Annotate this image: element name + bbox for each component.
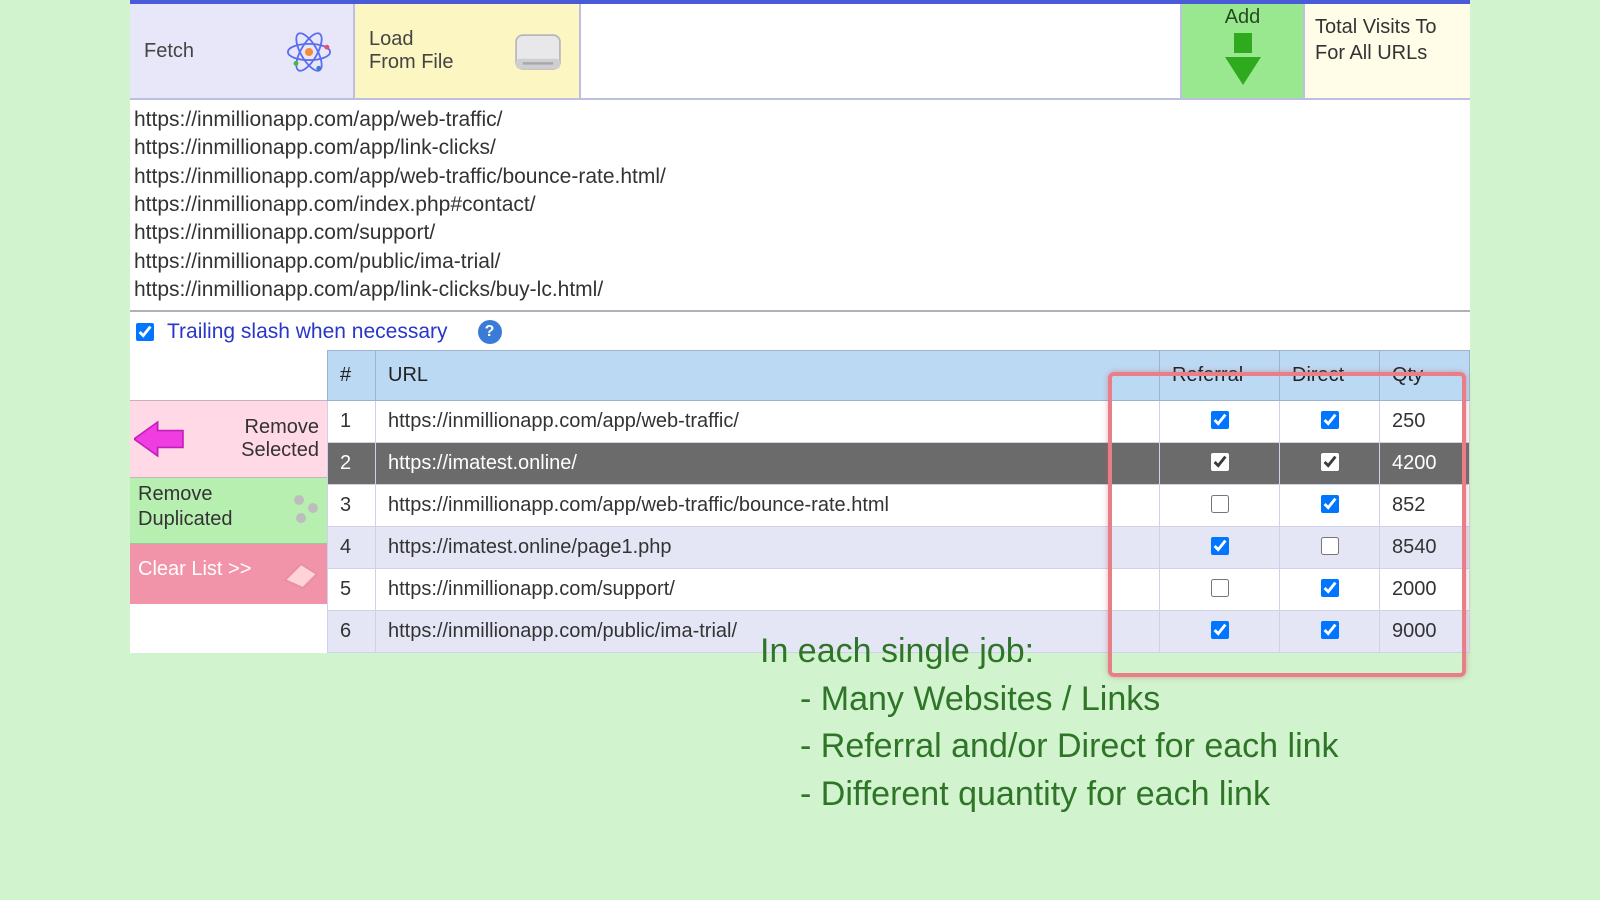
col-header-direct[interactable]: Direct <box>1280 351 1380 401</box>
cell-referral <box>1160 569 1280 611</box>
trailing-slash-row: Trailing slash when necessary ? <box>130 312 1470 350</box>
trailing-slash-checkbox[interactable] <box>136 323 154 341</box>
url-grid: # URL Referral Direct Qty 1 https://inmi… <box>327 350 1470 653</box>
fetch-button[interactable]: Fetch <box>130 4 355 98</box>
cell-direct <box>1280 569 1380 611</box>
cell-url: https://imatest.online/ <box>376 443 1160 485</box>
cell-url: https://inmillionapp.com/app/web-traffic… <box>376 401 1160 443</box>
table-row[interactable]: 4 https://imatest.online/page1.php 8540 <box>328 527 1470 569</box>
direct-checkbox[interactable] <box>1321 537 1339 555</box>
add-label: Add <box>1225 6 1261 29</box>
cell-direct <box>1280 527 1380 569</box>
table-row[interactable]: 5 https://inmillionapp.com/support/ 2000 <box>328 569 1470 611</box>
callout-title: In each single job: <box>760 628 1339 676</box>
col-header-num[interactable]: # <box>328 351 376 401</box>
cell-num: 3 <box>328 485 376 527</box>
callout: In each single job: - Many Websites / Li… <box>760 628 1339 818</box>
cell-num: 2 <box>328 443 376 485</box>
cell-url: https://inmillionapp.com/support/ <box>376 569 1160 611</box>
total-visits-panel: Total Visits To For All URLs <box>1305 4 1470 98</box>
table-row[interactable]: 3 https://inmillionapp.com/app/web-traff… <box>328 485 1470 527</box>
remove-selected-label: Remove Selected <box>241 416 319 462</box>
cell-qty[interactable]: 2000 <box>1380 569 1470 611</box>
referral-checkbox[interactable] <box>1211 579 1229 597</box>
direct-checkbox[interactable] <box>1321 579 1339 597</box>
referral-checkbox[interactable] <box>1211 537 1229 555</box>
add-button[interactable]: Add <box>1180 4 1305 98</box>
referral-checkbox[interactable] <box>1211 411 1229 429</box>
cell-direct <box>1280 443 1380 485</box>
atom-icon <box>283 26 335 84</box>
eraser-icon <box>279 554 321 598</box>
remove-selected-button[interactable]: Remove Selected <box>130 400 327 478</box>
cell-qty[interactable]: 8540 <box>1380 527 1470 569</box>
dedupe-icon <box>291 492 321 535</box>
cell-num: 6 <box>328 611 376 653</box>
help-icon[interactable]: ? <box>478 320 502 344</box>
cell-direct <box>1280 401 1380 443</box>
cell-qty[interactable]: 852 <box>1380 485 1470 527</box>
load-from-file-button[interactable]: Load From File <box>355 4 581 98</box>
callout-b2: - Referral and/or Direct for each link <box>760 723 1339 771</box>
cell-num: 1 <box>328 401 376 443</box>
arrow-down-icon <box>1225 29 1261 85</box>
direct-checkbox[interactable] <box>1321 495 1339 513</box>
remove-duplicated-button[interactable]: Remove Duplicated <box>130 478 327 544</box>
cell-referral <box>1160 485 1280 527</box>
fetch-label: Fetch <box>144 40 194 63</box>
cell-direct <box>1280 485 1380 527</box>
cell-num: 5 <box>328 569 376 611</box>
load-label: Load From File <box>369 28 453 74</box>
direct-checkbox[interactable] <box>1321 411 1339 429</box>
url-list-input[interactable]: https://inmillionapp.com/app/web-traffic… <box>130 100 1470 310</box>
toolbar-spacer <box>581 4 1180 98</box>
col-header-referral[interactable]: Referral <box>1160 351 1280 401</box>
clear-list-label: Clear List >> <box>138 558 251 580</box>
table-row[interactable]: 2 https://imatest.online/ 4200 <box>328 443 1470 485</box>
grid-header-row: # URL Referral Direct Qty <box>328 351 1470 401</box>
remove-dup-label: Remove Duplicated <box>138 483 233 530</box>
url-list-container: https://inmillionapp.com/app/web-traffic… <box>130 100 1470 312</box>
col-header-url[interactable]: URL <box>376 351 1160 401</box>
col-header-qty[interactable]: Qty <box>1380 351 1470 401</box>
callout-b1: - Many Websites / Links <box>760 676 1339 724</box>
table-row[interactable]: 1 https://inmillionapp.com/app/web-traff… <box>328 401 1470 443</box>
cell-qty[interactable]: 9000 <box>1380 611 1470 653</box>
cell-referral <box>1160 401 1280 443</box>
cell-qty[interactable]: 250 <box>1380 401 1470 443</box>
app-window: Fetch Load From File <box>130 0 1470 653</box>
trailing-slash-label: Trailing slash when necessary <box>167 320 448 344</box>
grid-section: Remove Selected Remove Duplicated Clear … <box>130 350 1470 653</box>
clear-list-button[interactable]: Clear List >> <box>130 544 327 604</box>
cell-num: 4 <box>328 527 376 569</box>
referral-checkbox[interactable] <box>1211 495 1229 513</box>
cell-referral <box>1160 527 1280 569</box>
cell-url: https://inmillionapp.com/app/web-traffic… <box>376 485 1160 527</box>
toolbar: Fetch Load From File <box>130 4 1470 100</box>
cell-url: https://imatest.online/page1.php <box>376 527 1160 569</box>
direct-checkbox[interactable] <box>1321 453 1339 471</box>
referral-checkbox[interactable] <box>1211 453 1229 471</box>
grid-sidepanel: Remove Selected Remove Duplicated Clear … <box>130 350 327 653</box>
cell-referral <box>1160 443 1280 485</box>
arrow-left-icon <box>134 417 188 467</box>
callout-b3: - Different quantity for each link <box>760 771 1339 819</box>
cell-qty[interactable]: 4200 <box>1380 443 1470 485</box>
disk-icon <box>511 26 565 84</box>
total-label: Total Visits To For All URLs <box>1315 16 1437 64</box>
